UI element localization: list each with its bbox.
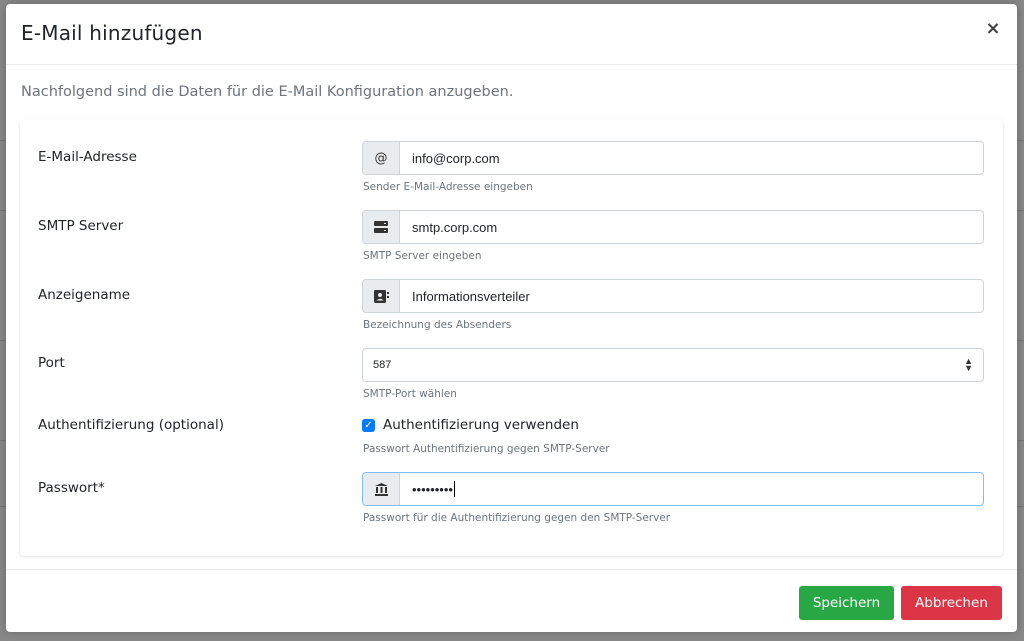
- smtp-server-field[interactable]: smtp.corp.com: [400, 211, 983, 243]
- server-icon: [363, 211, 400, 243]
- port-select[interactable]: 587 ▲ ▼: [362, 348, 984, 382]
- close-icon[interactable]: ×: [983, 18, 1003, 40]
- bank-icon: [363, 473, 400, 505]
- port-label: Port: [38, 355, 65, 371]
- add-email-dialog: E-Mail hinzufügen × Nachfolgend sind die…: [6, 4, 1017, 632]
- email-input-group: @ info@corp.com: [362, 141, 984, 175]
- at-icon: @: [363, 142, 400, 174]
- text-cursor: [453, 481, 455, 497]
- dialog-footer: Speichern Abbrechen: [6, 569, 1017, 632]
- auth-help: Passwort Authentifizierung gegen SMTP-Se…: [363, 443, 610, 455]
- email-field[interactable]: info@corp.com: [400, 142, 983, 174]
- password-field[interactable]: •••••••••: [400, 473, 983, 505]
- dialog-title: E-Mail hinzufügen: [21, 21, 203, 45]
- email-help: Sender E-Mail-Adresse eingeben: [363, 181, 533, 193]
- auth-checkbox[interactable]: ✓: [362, 419, 375, 432]
- display-name-label: Anzeigename: [38, 287, 131, 303]
- password-help: Passwort für die Authentifizierung gegen…: [363, 512, 671, 524]
- dialog-intro: Nachfolgend sind die Daten für die E-Mai…: [21, 84, 514, 100]
- select-caret-icon: ▲ ▼: [964, 356, 973, 373]
- password-input-group: •••••••••: [362, 472, 984, 506]
- save-button[interactable]: Speichern: [799, 586, 894, 620]
- email-label: E-Mail-Adresse: [38, 149, 137, 165]
- form-card: E-Mail-Adresse @ info@corp.com Sender E-…: [20, 119, 1003, 556]
- display-name-field[interactable]: Informationsverteiler: [400, 280, 983, 312]
- display-name-input-group: Informationsverteiler: [362, 279, 984, 313]
- address-card-icon: [363, 280, 400, 312]
- password-label: Passwort*: [38, 480, 105, 496]
- port-help: SMTP-Port wählen: [363, 388, 457, 400]
- smtp-help: SMTP Server eingeben: [363, 250, 482, 262]
- display-name-help: Bezeichnung des Absenders: [363, 319, 512, 331]
- password-masked-value: •••••••••: [412, 481, 453, 497]
- auth-checkbox-label[interactable]: Authentifizierung verwenden: [383, 417, 579, 433]
- cancel-button[interactable]: Abbrechen: [901, 586, 1002, 620]
- port-selected-value: 587: [373, 359, 392, 371]
- smtp-input-group: smtp.corp.com: [362, 210, 984, 244]
- dialog-header: E-Mail hinzufügen ×: [6, 4, 1017, 65]
- auth-label: Authentifizierung (optional): [38, 417, 224, 433]
- smtp-label: SMTP Server: [38, 218, 124, 234]
